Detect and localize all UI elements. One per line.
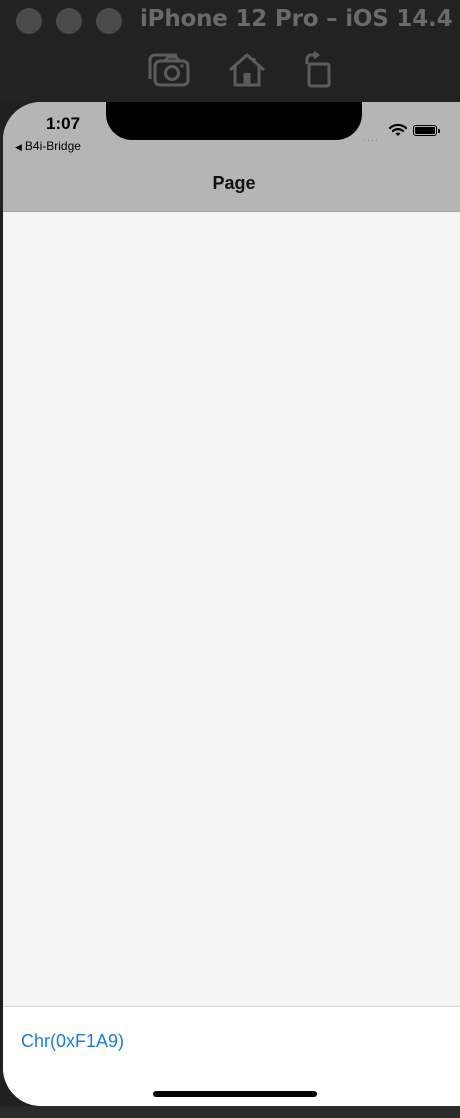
navigation-bar: 1:07 ◀ B4i-Bridge ···· Page <box>3 102 460 212</box>
back-to-app-link[interactable]: ◀ B4i-Bridge <box>15 139 81 153</box>
home-indicator[interactable] <box>153 1091 317 1097</box>
rotate-button[interactable] <box>300 50 336 90</box>
cellular-signal-icon: ···· <box>363 135 379 145</box>
bottom-bar: Chr(0xF1A9) <box>3 1006 460 1106</box>
zoom-window-button[interactable] <box>96 8 122 34</box>
page-title: Page <box>212 173 256 193</box>
screenshot-button[interactable] <box>146 50 192 90</box>
back-triangle-icon: ◀ <box>15 142 22 152</box>
window-titlebar: iPhone 12 Pro – iOS 14.4 <box>0 0 460 102</box>
device-screen: 1:07 ◀ B4i-Bridge ···· Page Chr(0xF1A9) <box>3 102 460 1106</box>
rotate-icon <box>301 51 335 89</box>
home-icon <box>227 52 267 88</box>
home-button[interactable] <box>226 50 268 90</box>
wifi-icon <box>388 123 408 142</box>
camera-icon <box>147 52 191 88</box>
back-app-label: B4i-Bridge <box>24 139 81 153</box>
page-content <box>3 212 460 1006</box>
battery-tip <box>438 129 440 133</box>
window-bottom-edge <box>0 1106 460 1118</box>
window-title: iPhone 12 Pro – iOS 14.4 <box>140 6 453 32</box>
chr-button[interactable]: Chr(0xF1A9) <box>21 1031 124 1052</box>
simulator-window: iPhone 12 Pro – iOS 14.4 1:07 ◀ B4i-Brid… <box>0 0 460 1118</box>
status-time: 1:07 <box>46 114 81 133</box>
minimize-window-button[interactable] <box>56 8 82 34</box>
battery-icon <box>413 125 437 136</box>
device-notch <box>106 102 362 140</box>
close-window-button[interactable] <box>16 8 42 34</box>
